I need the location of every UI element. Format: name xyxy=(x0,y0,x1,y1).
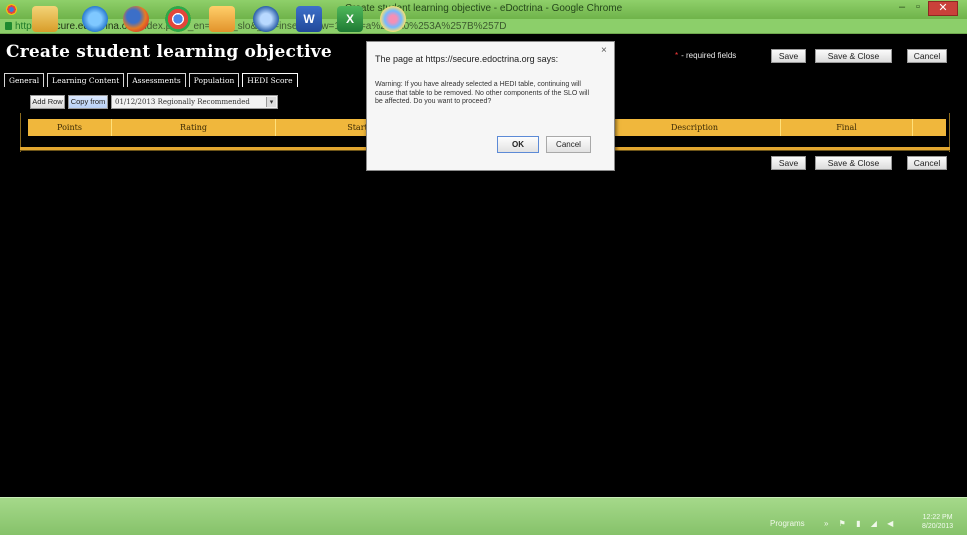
minimize-button[interactable]: – xyxy=(895,1,909,16)
clock-date: 8/20/2013 xyxy=(922,523,954,530)
required-star: * xyxy=(675,51,679,60)
dialog-message: Warning: If you have already selected a … xyxy=(375,81,590,105)
firefox-icon[interactable] xyxy=(123,6,149,32)
col-description: Description xyxy=(609,119,781,136)
copy-select-value: 01/12/2013 Regionally Recommended xyxy=(115,98,250,106)
copy-from-select[interactable]: 01/12/2013 Regionally Recommended ▾ xyxy=(111,95,278,109)
dialog-ok-button[interactable]: OK xyxy=(497,136,539,153)
internet-explorer-icon[interactable] xyxy=(82,6,108,32)
programs-toolbar[interactable]: Programs xyxy=(770,519,805,528)
col-points: Points xyxy=(28,119,112,136)
tab-population[interactable]: Population xyxy=(188,73,240,87)
col-actions xyxy=(913,119,946,136)
tab-hedi-score[interactable]: HEDI Score xyxy=(242,73,298,87)
cancel-button[interactable]: Cancel xyxy=(907,49,947,63)
word-icon[interactable]: W xyxy=(296,6,322,32)
excel-glyph: X xyxy=(345,12,354,26)
chrome-icon[interactable] xyxy=(165,6,191,32)
system-tray-icons[interactable]: » ⚑ ▮ ◢ ◀ xyxy=(824,519,897,528)
required-fields-note: * - required fields xyxy=(675,51,736,60)
page-title: Create student learning objective xyxy=(6,42,332,62)
word-glyph: W xyxy=(303,12,315,26)
excel-icon[interactable]: X xyxy=(337,6,363,32)
paint-icon[interactable] xyxy=(380,6,406,32)
clock-time: 12:22 PM xyxy=(922,514,953,521)
copy-from-button[interactable]: Copy from xyxy=(68,95,108,109)
footer-cancel-button[interactable]: Cancel xyxy=(907,156,947,170)
outlook-icon[interactable] xyxy=(209,6,235,32)
tab-assessments[interactable]: Assessments xyxy=(127,73,186,87)
file-explorer-icon[interactable] xyxy=(32,6,58,32)
tab-learning-content[interactable]: Learning Content xyxy=(47,73,125,87)
dialog-title: The page at https://secure.edoctrina.org… xyxy=(375,54,559,64)
lock-icon xyxy=(5,22,12,30)
footer-save-button[interactable]: Save xyxy=(771,156,806,170)
windows-taskbar xyxy=(0,497,967,535)
close-window-button[interactable]: ✕ xyxy=(928,1,958,16)
tab-general[interactable]: General xyxy=(4,73,45,87)
add-row-button[interactable]: Add Row xyxy=(30,95,65,109)
taskbar-clock[interactable]: 12:22 PM 8/20/2013 xyxy=(922,513,953,531)
required-note-text: - required fields xyxy=(681,51,737,60)
save-button[interactable]: Save xyxy=(771,49,806,63)
col-rating: Rating xyxy=(112,119,276,136)
dialog-cancel-button[interactable]: Cancel xyxy=(546,136,591,153)
footer-save-close-button[interactable]: Save & Close xyxy=(815,156,892,170)
restore-button[interactable]: ▫ xyxy=(911,1,925,16)
chevron-down-icon[interactable]: ▾ xyxy=(266,97,276,107)
thunderbird-icon[interactable] xyxy=(253,6,279,32)
col-final: Final xyxy=(781,119,913,136)
save-close-button[interactable]: Save & Close xyxy=(815,49,892,63)
close-icon[interactable]: × xyxy=(601,45,607,56)
confirm-dialog: The page at https://secure.edoctrina.org… xyxy=(366,41,615,171)
tab-bar: General Learning Content Assessments Pop… xyxy=(4,73,301,87)
